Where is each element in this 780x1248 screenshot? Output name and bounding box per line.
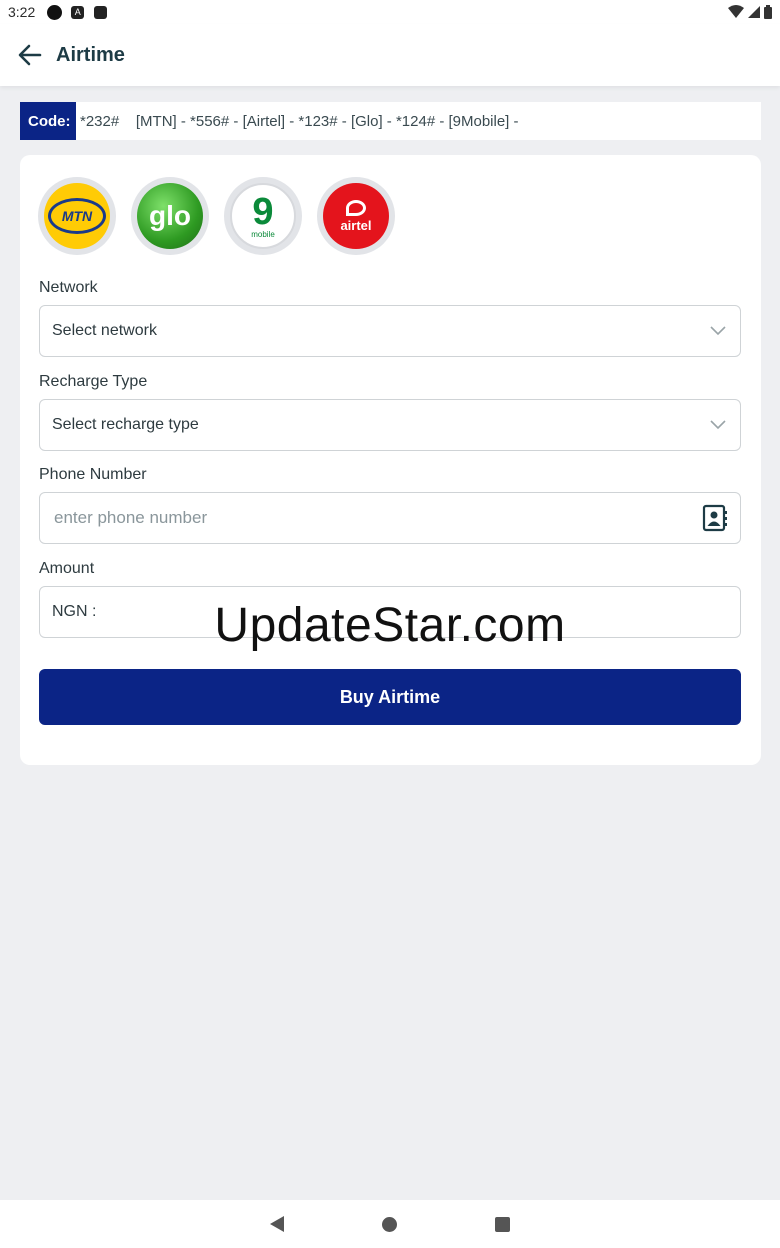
phone-number-label: Phone Number [39, 466, 147, 483]
glo-logo-text: glo [149, 200, 191, 231]
status-time: 3:22 [8, 4, 36, 20]
phone-number-placeholder: enter phone number [54, 508, 208, 527]
phone-number-input[interactable]: enter phone number [39, 492, 741, 544]
glo-logo-button[interactable]: glo [131, 177, 209, 255]
code-label: Code: [20, 102, 76, 140]
arrow-left-icon [18, 44, 42, 66]
app-bar: Airtime [0, 24, 780, 86]
airtel-logo-icon: airtel [323, 183, 389, 249]
mtn-logo-text: MTN [61, 208, 93, 224]
airtel-swirl-icon [346, 199, 366, 216]
notification-dot-icon [47, 4, 63, 20]
recharge-type-select-value: Select recharge type [52, 416, 199, 433]
airtel-logo-text: airtel [340, 217, 372, 233]
network-select[interactable]: Select network [39, 305, 741, 357]
code-text: *232# [MTN] - *556# - [Airtel] - *123# -… [80, 112, 519, 130]
notification-app-icon [94, 5, 108, 19]
airtel-logo-button[interactable]: airtel [317, 177, 395, 255]
9mobile-logo-text: mobile [251, 229, 275, 239]
recharge-type-select[interactable]: Select recharge type [39, 399, 741, 451]
9mobile-logo-digit: 9 [252, 190, 274, 233]
notification-a-icon: A [71, 5, 85, 19]
contacts-icon[interactable] [702, 504, 728, 532]
nav-recents-icon[interactable] [495, 1216, 510, 1232]
nav-home-icon[interactable] [382, 1216, 397, 1232]
watermark: UpdateStar.com [214, 599, 566, 652]
mtn-logo-button[interactable]: MTN [38, 177, 116, 255]
status-icons [728, 5, 772, 19]
chevron-down-icon [708, 321, 728, 341]
mtn-logo-icon: MTN [44, 183, 110, 249]
battery-icon [764, 5, 772, 19]
back-button[interactable] [0, 25, 60, 85]
network-select-value: Select network [52, 322, 157, 339]
nav-back-icon[interactable] [270, 1216, 284, 1232]
glo-logo-icon: glo [137, 183, 203, 249]
amount-label: Amount [39, 560, 95, 577]
signal-icon [748, 6, 760, 18]
recharge-type-label: Recharge Type [39, 373, 148, 390]
airtime-form-card: MTN glo 9 mobile airtel Network Select n… [20, 155, 761, 765]
ussd-code-banner: Code: *232# [MTN] - *556# - [Airtel] - *… [20, 102, 761, 140]
network-label: Network [39, 279, 98, 296]
9mobile-logo-icon: 9 mobile [230, 183, 296, 249]
chevron-down-icon [708, 415, 728, 435]
status-bar: 3:22 A [0, 0, 780, 24]
buy-airtime-button[interactable]: Buy Airtime [39, 669, 741, 725]
wifi-icon [728, 5, 744, 18]
9mobile-logo-button[interactable]: 9 mobile [224, 177, 302, 255]
page-title: Airtime [56, 43, 125, 66]
network-logos: MTN glo 9 mobile airtel [38, 177, 395, 255]
system-nav-bar [0, 1200, 780, 1248]
